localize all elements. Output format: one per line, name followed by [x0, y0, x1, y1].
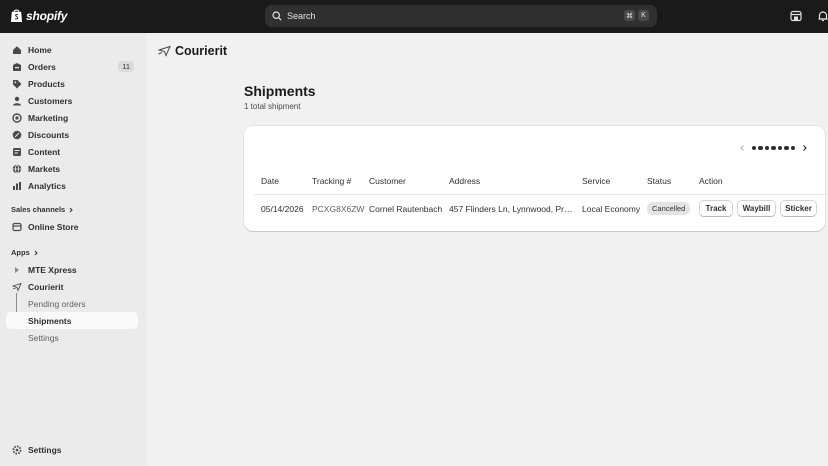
search-placeholder: Search — [287, 11, 316, 21]
orders-icon — [13, 62, 21, 71]
table-divider — [254, 194, 825, 195]
shortcut-k-key: K — [638, 10, 649, 21]
sidebar-subitem-label: Pending orders — [28, 298, 86, 309]
sidebar-subitem-pending-orders[interactable]: Pending orders — [6, 295, 138, 312]
sales-channels-label: Sales channels — [11, 205, 66, 214]
globe-icon — [12, 164, 22, 173]
store-icon — [12, 222, 22, 231]
shopify-logo[interactable]: shopify — [10, 8, 67, 23]
content-icon — [13, 147, 21, 156]
shopify-bag-icon — [10, 9, 23, 22]
page-title: Shipments — [244, 83, 316, 99]
column-header-customer[interactable]: Customer — [369, 176, 406, 186]
column-header-tracking[interactable]: Tracking # — [312, 176, 351, 186]
sticker-button[interactable]: Sticker — [780, 200, 817, 217]
sidebar-item-label: Marketing — [28, 112, 69, 123]
sidebar-item-home[interactable]: Home — [6, 41, 138, 58]
cell-service: Local Economy — [582, 204, 641, 214]
page-dots — [752, 145, 796, 151]
chart-icon — [13, 181, 21, 190]
sidebar-item-label: Online Store — [28, 221, 79, 232]
app-name: Courierit — [175, 44, 228, 58]
store-icon[interactable] — [790, 10, 802, 22]
search-bar[interactable]: Search ⌘ K — [265, 5, 657, 27]
shortcut-cmd-key: ⌘ — [624, 10, 635, 21]
column-header-date[interactable]: Date — [261, 176, 279, 186]
top-bar: shopify Search ⌘ K — [0, 0, 828, 33]
sidebar-item-label: Courierit — [28, 281, 64, 292]
sidebar-item-markets[interactable]: Markets — [6, 160, 138, 177]
apps-label: Apps — [11, 248, 30, 257]
sidebar-item-content[interactable]: Content — [6, 143, 138, 160]
sidebar-item-settings[interactable]: Settings — [6, 441, 138, 458]
courierit-logo-icon — [158, 45, 171, 57]
cell-date: 05/14/2026 — [261, 204, 304, 214]
sidebar-item-label: MTE Xpress — [28, 264, 77, 275]
sidebar-item-products[interactable]: Products — [6, 75, 138, 92]
column-header-address[interactable]: Address — [449, 176, 480, 186]
cell-address: 457 Flinders Ln, Lynnwood, Pretoria — [449, 204, 577, 214]
sidebar-item-label: Content — [28, 146, 61, 157]
sidebar-item-online-store[interactable]: Online Store — [6, 218, 138, 235]
sidebar-subitem-shipments[interactable]: Shipments — [6, 312, 138, 329]
sidebar-item-orders[interactable]: Orders 11 — [6, 58, 138, 75]
person-icon — [13, 96, 21, 105]
pagination — [738, 144, 809, 152]
sidebar-item-label: Home — [28, 44, 52, 55]
sidebar-item-label: Products — [28, 78, 65, 89]
sidebar-subitem-label: Settings — [28, 332, 59, 343]
chevron-right-icon[interactable] — [801, 144, 809, 152]
chevron-left-icon[interactable] — [738, 144, 746, 152]
target-icon — [12, 112, 22, 123]
sidebar-item-label: Settings — [28, 444, 62, 455]
sidebar: Home Orders 11 Products Customers Market… — [0, 33, 146, 466]
discount-icon — [12, 130, 22, 139]
brand-name: shopify — [26, 8, 68, 23]
sidebar-subitem-label: Shipments — [28, 315, 72, 326]
sidebar-item-marketing[interactable]: Marketing — [6, 109, 138, 126]
status-badge: Cancelled — [647, 202, 691, 215]
page-subtitle: 1 total shipment — [244, 102, 301, 111]
sidebar-item-label: Orders — [28, 61, 56, 72]
sidebar-item-label: Customers — [28, 95, 73, 106]
cell-customer: Cornel Rautenbach — [369, 204, 443, 214]
shipments-card: Date Tracking # Customer Address Service… — [244, 126, 825, 231]
sidebar-item-analytics[interactable]: Analytics — [6, 177, 138, 194]
main-content: Courierit Shipments 1 total shipment Dat… — [146, 33, 828, 466]
column-header-status[interactable]: Status — [647, 176, 671, 186]
sidebar-subitem-settings[interactable]: Settings — [6, 329, 138, 346]
search-icon — [272, 11, 282, 21]
tag-icon — [13, 79, 22, 88]
sidebar-item-mte-xpress[interactable]: MTE Xpress — [6, 261, 138, 278]
bell-icon[interactable] — [817, 10, 828, 22]
sidebar-item-customers[interactable]: Customers — [6, 92, 138, 109]
orders-count-badge: 11 — [118, 61, 134, 72]
home-icon — [13, 45, 21, 54]
sidebar-item-label: Analytics — [28, 180, 66, 191]
column-header-action[interactable]: Action — [699, 176, 723, 186]
gear-icon — [12, 445, 22, 454]
app-header: Courierit — [158, 44, 227, 58]
chevron-right-icon — [34, 250, 38, 255]
apps-heading[interactable]: Apps — [11, 248, 39, 257]
track-button[interactable]: Track — [699, 200, 733, 217]
column-header-service[interactable]: Service — [582, 176, 610, 186]
sidebar-item-label: Markets — [28, 163, 61, 174]
sidebar-item-courierit[interactable]: Courierit — [6, 278, 138, 295]
chevron-right-icon — [15, 266, 19, 273]
sidebar-item-discounts[interactable]: Discounts — [6, 126, 138, 143]
chevron-right-icon — [69, 207, 73, 212]
sales-channels-heading[interactable]: Sales channels — [11, 205, 74, 214]
waybill-button[interactable]: Waybill — [737, 200, 776, 217]
cell-tracking: PCXG8X6ZW — [312, 204, 365, 214]
sidebar-item-label: Discounts — [28, 129, 70, 140]
courierit-logo-icon — [12, 282, 22, 292]
